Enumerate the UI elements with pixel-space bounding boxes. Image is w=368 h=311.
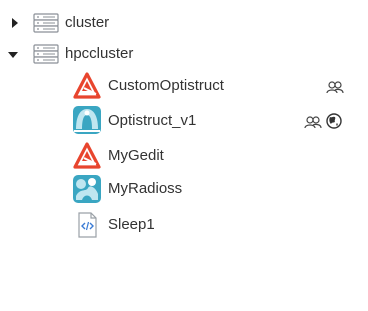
- shared-users-icon: [326, 79, 344, 95]
- app-item-customoptistruct[interactable]: CustomOptistruct: [0, 70, 368, 102]
- app-item-optistruct-v1[interactable]: Optistruct_v1: [0, 104, 368, 136]
- expand-caret-icon[interactable]: [9, 17, 21, 29]
- public-globe-icon: [326, 113, 344, 129]
- app-item-label: Sleep1: [108, 216, 155, 233]
- app-item-sleep1[interactable]: Sleep1: [0, 209, 368, 241]
- app-item-label: MyRadioss: [108, 180, 183, 197]
- altair-logo-icon: [72, 71, 102, 101]
- app-item-mygedit[interactable]: MyGedit: [0, 140, 368, 172]
- application-tree: cluster hpccluster CustomOptistruct Opti…: [0, 0, 368, 311]
- server-icon: [33, 44, 59, 64]
- tree-node-hpccluster[interactable]: hpccluster: [0, 43, 368, 65]
- app-item-label: Optistruct_v1: [108, 112, 197, 129]
- app-item-myradioss[interactable]: MyRadioss: [0, 173, 368, 205]
- collapse-caret-icon[interactable]: [7, 49, 19, 61]
- tree-node-label: cluster: [65, 14, 110, 31]
- tree-node-label: hpccluster: [65, 45, 134, 62]
- optistruct-app-icon: [72, 105, 102, 135]
- app-item-label: MyGedit: [108, 147, 164, 164]
- script-file-icon: [75, 212, 99, 238]
- server-icon: [33, 13, 59, 33]
- shared-users-icon: [304, 114, 322, 130]
- altair-logo-icon: [72, 141, 102, 171]
- radioss-app-icon: [72, 174, 102, 204]
- app-item-label: CustomOptistruct: [108, 77, 224, 94]
- tree-node-cluster[interactable]: cluster: [0, 12, 368, 34]
